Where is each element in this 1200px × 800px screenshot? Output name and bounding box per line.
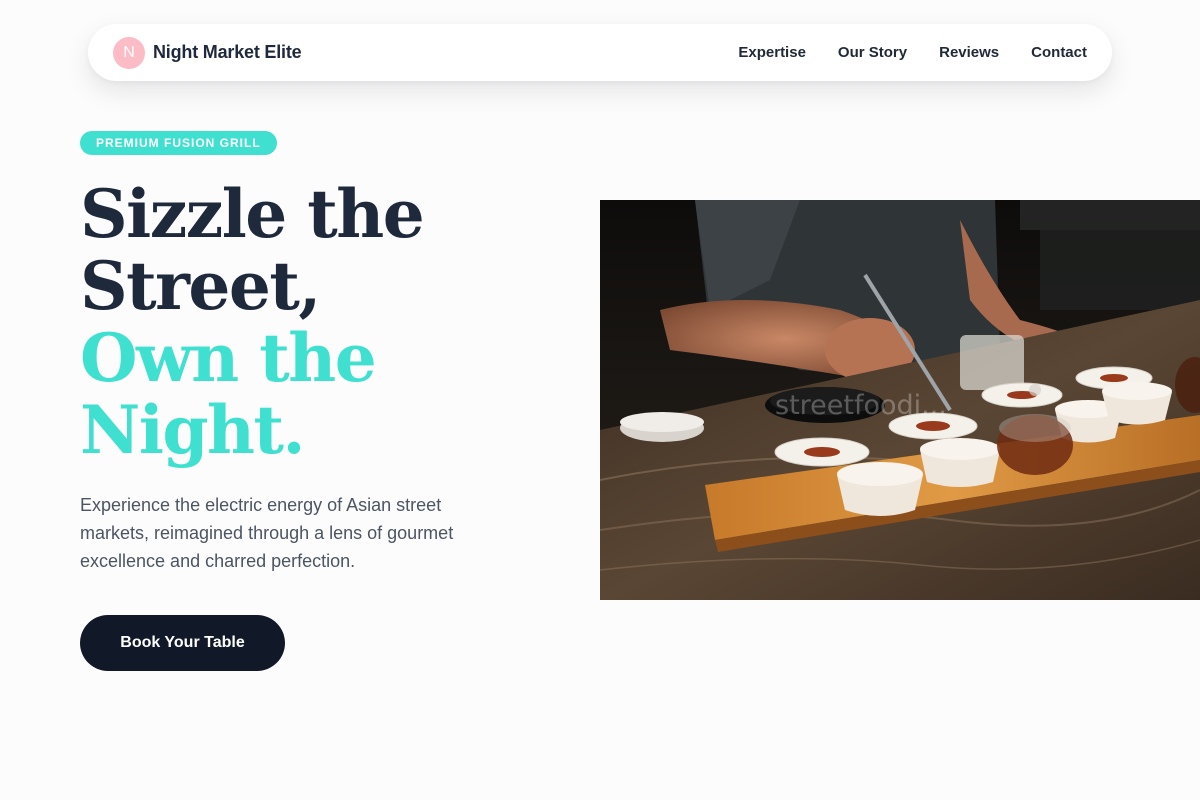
landing-page: N Night Market Elite Expertise Our Story… (0, 0, 1200, 800)
headline-line-4: Night. (80, 391, 306, 469)
headline-line-3: Own the (80, 319, 377, 397)
brand[interactable]: N Night Market Elite (113, 36, 302, 69)
nav-link-reviews[interactable]: Reviews (939, 44, 999, 61)
hero-subtext: Experience the electric energy of Asian … (80, 495, 454, 571)
headline-line-2: Street, (80, 247, 321, 325)
image-watermark: streetfoodi... (775, 390, 947, 421)
book-table-button[interactable]: Book Your Table (80, 615, 285, 671)
hero-headline: Sizzle the Street, Own the Night. (80, 178, 560, 466)
brand-logo: N (113, 36, 145, 69)
hero-image-illustration: streetfoodi... (600, 200, 1200, 600)
nav-link-contact[interactable]: Contact (1031, 44, 1087, 61)
hero-badge: PREMIUM FUSION GRILL (80, 131, 277, 155)
top-navbar: N Night Market Elite Expertise Our Story… (88, 24, 1112, 81)
nav-link-our-story[interactable]: Our Story (838, 44, 907, 61)
nav-links: Expertise Our Story Reviews Contact (738, 44, 1087, 61)
nav-link-expertise[interactable]: Expertise (738, 44, 806, 61)
hero-image: streetfoodi... (600, 200, 1200, 600)
headline-line-1: Sizzle the (80, 175, 425, 253)
brand-name: Night Market Elite (153, 42, 302, 62)
